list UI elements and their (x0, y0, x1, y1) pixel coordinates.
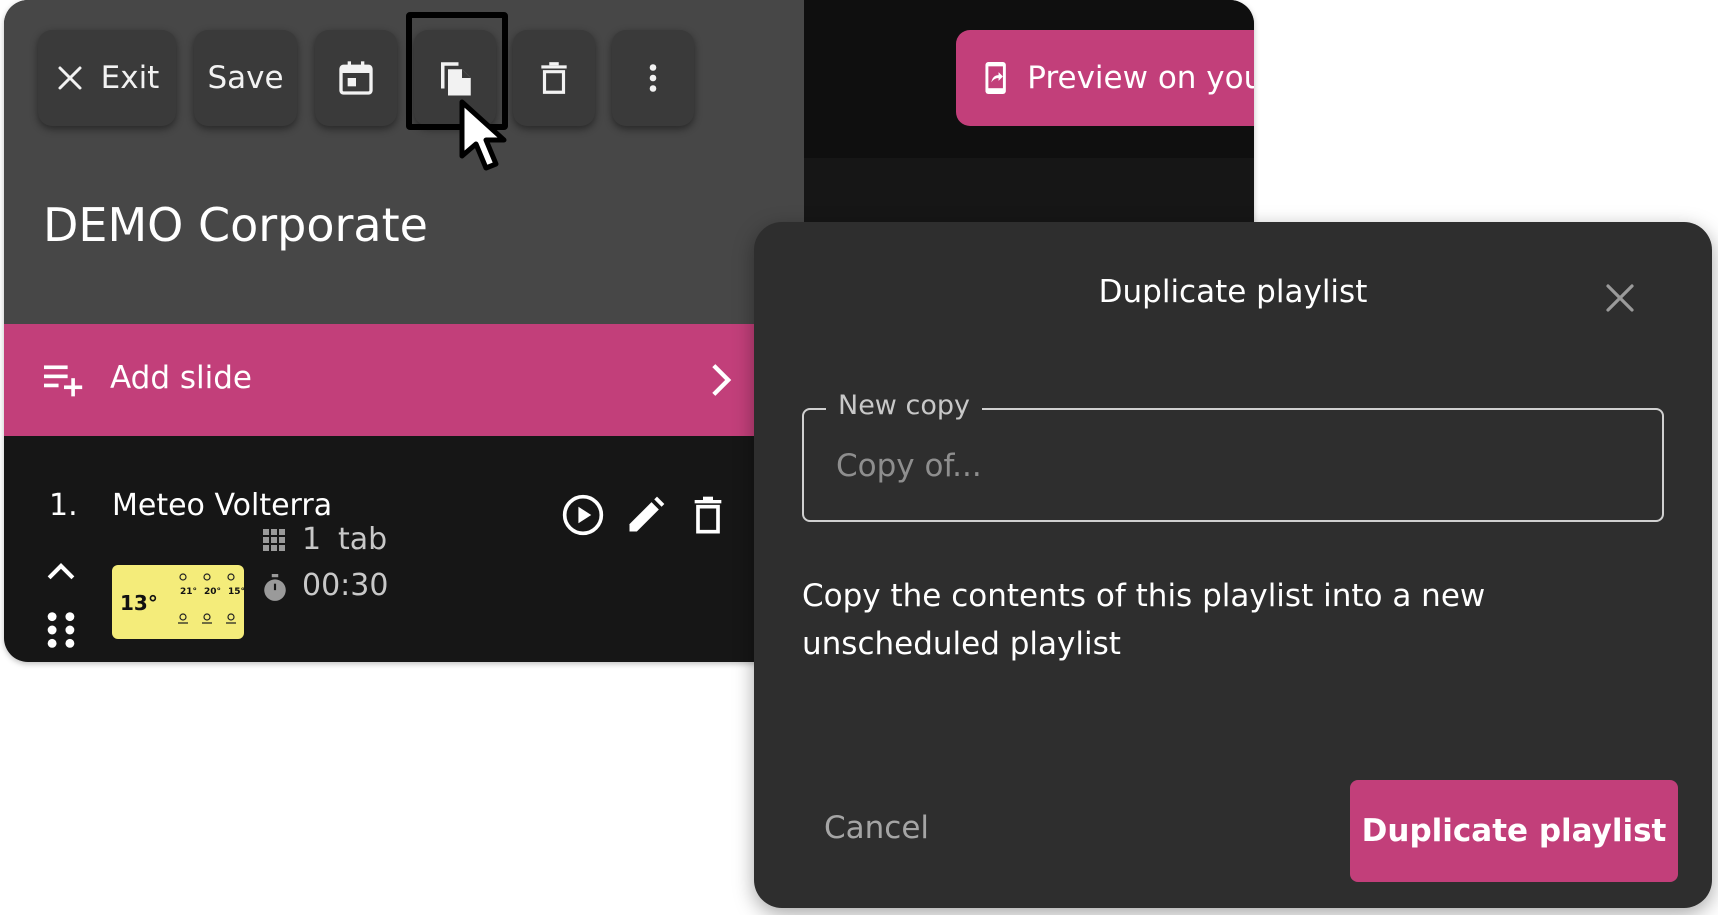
drag-handle-icon[interactable] (44, 610, 78, 650)
save-label: Save (207, 60, 284, 96)
cancel-button[interactable]: Cancel (824, 810, 929, 846)
dialog-description: Copy the contents of this playlist into … (802, 578, 1486, 662)
grid-icon (263, 529, 285, 551)
slide-duration: 00:30 (302, 568, 389, 603)
save-button[interactable]: Save (194, 30, 297, 126)
trash-icon[interactable] (688, 493, 728, 537)
tab-count: 1 (302, 522, 322, 557)
weather-icons (178, 573, 236, 624)
field-legend: New copy (826, 390, 982, 421)
exit-button[interactable]: Exit (38, 30, 176, 126)
trash-icon (541, 62, 567, 94)
add-slide-label: Add slide (110, 360, 252, 396)
more-vert-icon (649, 64, 657, 92)
close-icon (58, 66, 82, 90)
preview-label: Preview on your (1027, 60, 1254, 96)
cursor-icon (459, 99, 507, 171)
new-copy-field: New copy (802, 390, 1664, 522)
chevron-right-icon (712, 364, 732, 396)
pencil-icon[interactable] (624, 493, 668, 537)
page-title: DEMO Corporate (43, 198, 428, 252)
play-circle-icon[interactable] (561, 493, 605, 537)
duplicate-playlist-button[interactable]: Duplicate playlist (1350, 780, 1678, 882)
add-slide-button[interactable]: Add slide (4, 324, 804, 436)
phone-share-icon (985, 61, 1006, 95)
slide-name: Meteo Volterra (112, 488, 333, 523)
playlist-add-icon (44, 365, 83, 397)
calendar-icon (339, 61, 373, 95)
dialog-title: Duplicate playlist (1098, 274, 1368, 310)
chevron-up-icon[interactable] (44, 560, 78, 582)
slide-thumbnail: 13° 21° 20° 15° (112, 565, 244, 639)
new-copy-input[interactable] (836, 448, 1626, 484)
more-options-button[interactable] (612, 30, 694, 126)
preview-area (804, 158, 1254, 228)
preview-on-phone-button[interactable]: Preview on your (956, 30, 1254, 126)
duplicate-playlist-dialog: Duplicate playlist New copy Copy the con… (754, 222, 1712, 908)
timer-icon (264, 574, 286, 601)
close-icon[interactable] (1604, 282, 1636, 314)
tab-label: tab (338, 522, 388, 557)
schedule-button[interactable] (315, 30, 397, 126)
duplicate-playlist-label: Duplicate playlist (1361, 813, 1667, 849)
thumbnail-temperature: 13° (120, 591, 158, 615)
slide-number: 1. (49, 488, 78, 523)
exit-label: Exit (100, 60, 160, 96)
